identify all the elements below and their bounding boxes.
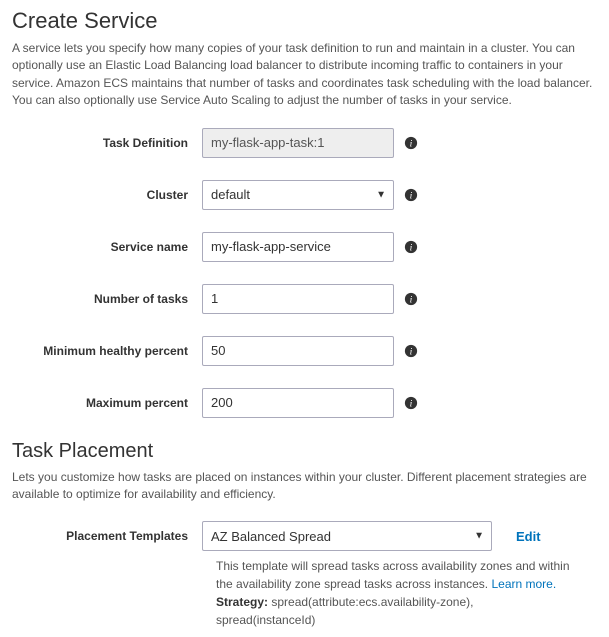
info-icon[interactable]: i xyxy=(404,396,418,410)
info-icon[interactable]: i xyxy=(404,136,418,150)
number-of-tasks-field[interactable] xyxy=(202,284,394,314)
strategy-label: Strategy: xyxy=(216,595,268,609)
svg-text:i: i xyxy=(410,138,413,149)
placement-templates-label: Placement Templates xyxy=(12,529,202,543)
svg-text:i: i xyxy=(410,294,413,305)
page-title: Create Service xyxy=(12,8,597,34)
cluster-select[interactable]: default xyxy=(202,180,394,210)
edit-link[interactable]: Edit xyxy=(516,529,541,544)
max-percent-field[interactable] xyxy=(202,388,394,418)
cluster-label: Cluster xyxy=(12,188,202,202)
svg-text:i: i xyxy=(410,242,413,253)
service-name-label: Service name xyxy=(12,240,202,254)
svg-text:i: i xyxy=(410,190,413,201)
info-icon[interactable]: i xyxy=(404,292,418,306)
info-icon[interactable]: i xyxy=(404,188,418,202)
task-definition-field xyxy=(202,128,394,158)
learn-more-link[interactable]: Learn more. xyxy=(491,577,556,591)
placement-help-text: This template will spread tasks across a… xyxy=(216,557,576,629)
svg-text:i: i xyxy=(410,398,413,409)
min-healthy-label: Minimum healthy percent xyxy=(12,344,202,358)
task-placement-description: Lets you customize how tasks are placed … xyxy=(12,469,597,504)
service-name-field[interactable] xyxy=(202,232,394,262)
task-placement-title: Task Placement xyxy=(12,440,597,463)
svg-text:i: i xyxy=(410,346,413,357)
page-description: A service lets you specify how many copi… xyxy=(12,40,597,110)
placement-templates-select[interactable]: AZ Balanced Spread xyxy=(202,521,492,551)
max-percent-label: Maximum percent xyxy=(12,396,202,410)
info-icon[interactable]: i xyxy=(404,240,418,254)
info-icon[interactable]: i xyxy=(404,344,418,358)
task-definition-label: Task Definition xyxy=(12,136,202,150)
number-of-tasks-label: Number of tasks xyxy=(12,292,202,306)
min-healthy-field[interactable] xyxy=(202,336,394,366)
